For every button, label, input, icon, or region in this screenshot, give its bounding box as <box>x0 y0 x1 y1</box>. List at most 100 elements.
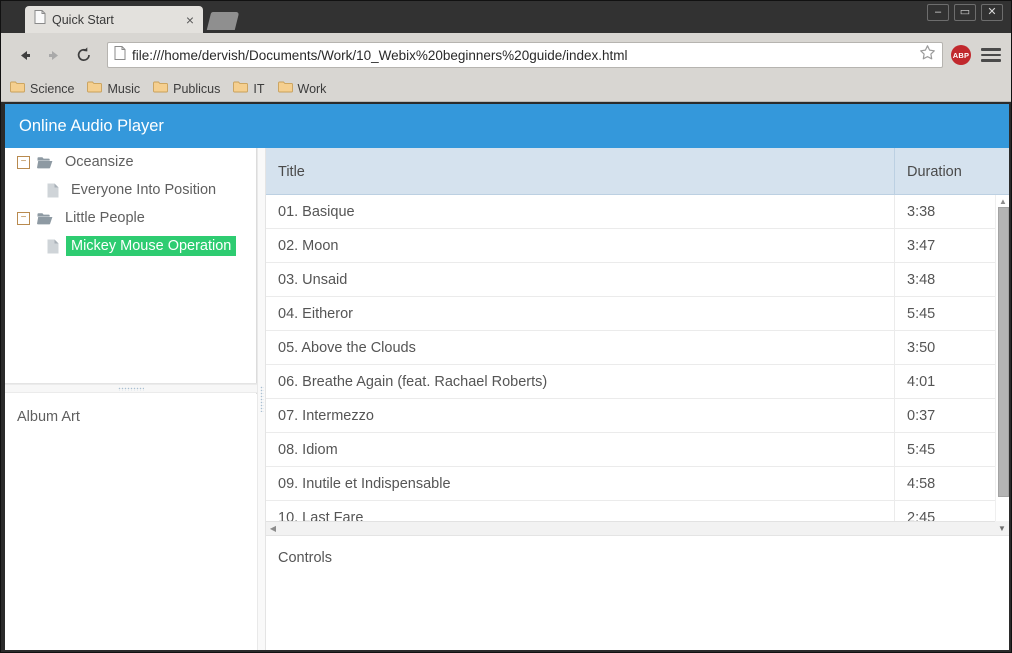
tree-item-label: Little People <box>65 210 145 226</box>
bookmark-label: IT <box>253 82 265 96</box>
folder-icon <box>87 80 103 98</box>
folder-open-icon <box>37 156 53 169</box>
cell-title: 05. Above the Clouds <box>266 331 895 365</box>
table-row[interactable]: 01. Basique 3:38 <box>266 195 995 229</box>
left-column: − Oceansize Everyone Into Position − Lit… <box>5 148 257 650</box>
cell-duration: 5:45 <box>907 306 936 322</box>
cell-duration: 5:45 <box>907 442 936 458</box>
right-column: Title Duration 01. Basique 3:38 02. Moon… <box>266 148 1009 650</box>
horizontal-resizer[interactable] <box>5 384 257 393</box>
column-header-duration[interactable]: Duration <box>895 148 995 195</box>
column-header-title[interactable]: Title <box>266 148 895 195</box>
tree-item-mickey-mouse-operation[interactable]: Mickey Mouse Operation <box>5 232 257 260</box>
cell-duration: 3:48 <box>907 272 936 288</box>
tab-strip: Quick Start × – ▭ ✕ <box>1 1 1011 33</box>
bookmark-it[interactable]: IT <box>233 80 265 98</box>
tree-item-everyone-into-position[interactable]: Everyone Into Position <box>5 176 257 204</box>
reload-icon[interactable] <box>71 42 97 68</box>
datatable-header: Title Duration <box>266 148 1009 195</box>
datatable-vertical-scrollbar[interactable]: ▲ <box>995 195 1009 522</box>
url-text[interactable]: file:///home/dervish/Documents/Work/10_W… <box>132 48 919 63</box>
bookmark-star-icon[interactable] <box>919 44 936 66</box>
file-icon <box>47 183 59 198</box>
table-row[interactable]: 05. Above the Clouds 3:50 <box>266 331 995 365</box>
table-row[interactable]: 07. Intermezzo 0:37 <box>266 399 995 433</box>
page-icon <box>114 45 126 65</box>
cell-title: 08. Idiom <box>266 433 895 467</box>
tracks-datatable: Title Duration 01. Basique 3:38 02. Moon… <box>266 148 1009 536</box>
table-row[interactable]: 06. Breathe Again (feat. Rachael Roberts… <box>266 365 995 399</box>
cell-title: 01. Basique <box>266 195 895 229</box>
datatable-horizontal-scrollbar[interactable]: ◀ ▶ ▼ <box>266 521 1009 535</box>
tree-item-label: Everyone Into Position <box>71 182 217 198</box>
cell-duration: 0:37 <box>907 408 936 424</box>
folder-icon <box>10 80 25 98</box>
cell-duration: 3:47 <box>907 238 936 254</box>
page-icon <box>34 10 46 29</box>
folder-icon <box>233 80 249 98</box>
adblock-icon[interactable]: ABP <box>951 45 971 65</box>
bookmark-label: Publicus <box>173 82 221 96</box>
forward-icon[interactable] <box>41 42 67 68</box>
controls-label: Controls <box>278 550 332 566</box>
table-row[interactable]: 02. Moon 3:47 <box>266 229 995 263</box>
album-art-label: Album Art <box>17 409 80 425</box>
new-tab-button[interactable] <box>206 12 240 30</box>
back-icon[interactable] <box>11 42 37 68</box>
vertical-resizer[interactable] <box>257 148 266 650</box>
tab-title: Quick Start <box>52 12 114 27</box>
table-row[interactable]: 10. Last Fare 2:45 <box>266 501 995 522</box>
datatable-body: 01. Basique 3:38 02. Moon 3:47 03. Unsai… <box>266 195 995 522</box>
window-controls: – ▭ ✕ <box>927 4 1003 21</box>
table-row[interactable]: 09. Inutile et Indispensable 4:58 <box>266 467 995 501</box>
table-row[interactable]: 04. Eitheror 5:45 <box>266 297 995 331</box>
bookmark-work[interactable]: Work <box>277 80 327 98</box>
folder-icon <box>277 80 293 98</box>
maximize-button[interactable]: ▭ <box>954 4 976 21</box>
cell-title: 06. Breathe Again (feat. Rachael Roberts… <box>266 365 895 399</box>
address-bar[interactable]: file:///home/dervish/Documents/Work/10_W… <box>107 42 943 68</box>
bookmark-publicus[interactable]: Publicus <box>153 80 220 98</box>
collapse-icon[interactable]: − <box>17 155 30 169</box>
folder-icon <box>153 80 169 98</box>
bookmarks-bar: Science Music Publicus IT Work <box>1 77 1011 102</box>
controls-panel: Controls <box>266 536 1009 650</box>
cell-duration: 2:45 <box>907 510 936 522</box>
tree-item-label: Oceansize <box>65 154 134 170</box>
cell-duration: 4:01 <box>907 374 936 390</box>
file-icon <box>47 239 59 254</box>
scroll-left-icon[interactable]: ◀ <box>266 522 280 536</box>
app-header: Online Audio Player <box>5 104 1009 148</box>
browser-tab[interactable]: Quick Start × <box>25 6 203 33</box>
cell-duration: 3:38 <box>907 204 936 220</box>
collapse-icon[interactable]: − <box>17 211 30 225</box>
resizer-grip-icon <box>118 386 144 391</box>
album-art-panel: Album Art <box>5 394 257 650</box>
page-title: Online Audio Player <box>19 116 164 135</box>
bookmark-label: Work <box>297 82 327 96</box>
bookmark-music[interactable]: Music <box>87 80 140 98</box>
cell-title: 04. Eitheror <box>266 297 895 331</box>
cell-title: 03. Unsaid <box>266 263 895 297</box>
vertical-scroll-thumb[interactable] <box>998 207 1009 497</box>
browser-toolbar: file:///home/dervish/Documents/Work/10_W… <box>1 33 1011 77</box>
minimize-button[interactable]: – <box>927 4 949 21</box>
app-body: − Oceansize Everyone Into Position − Lit… <box>5 148 1009 650</box>
scroll-down-icon[interactable]: ▼ <box>995 521 1009 535</box>
tree-panel: − Oceansize Everyone Into Position − Lit… <box>5 148 257 384</box>
tree-item-oceansize[interactable]: − Oceansize <box>5 148 257 176</box>
table-row[interactable]: 08. Idiom 5:45 <box>266 433 995 467</box>
bookmark-label: Science <box>30 82 75 96</box>
close-icon[interactable]: × <box>183 13 197 27</box>
cell-title: 02. Moon <box>266 229 895 263</box>
bookmark-label: Music <box>107 82 141 96</box>
tree-item-label: Mickey Mouse Operation <box>66 236 237 256</box>
close-window-button[interactable]: ✕ <box>981 4 1003 21</box>
folder-open-icon <box>37 212 53 225</box>
tree-item-little-people[interactable]: − Little People <box>5 204 257 232</box>
bookmark-science[interactable]: Science <box>10 80 74 98</box>
hamburger-menu-icon[interactable] <box>981 45 1001 65</box>
table-row[interactable]: 03. Unsaid 3:48 <box>266 263 995 297</box>
cell-title: 07. Intermezzo <box>266 399 895 433</box>
resizer-grip-icon <box>259 386 264 412</box>
